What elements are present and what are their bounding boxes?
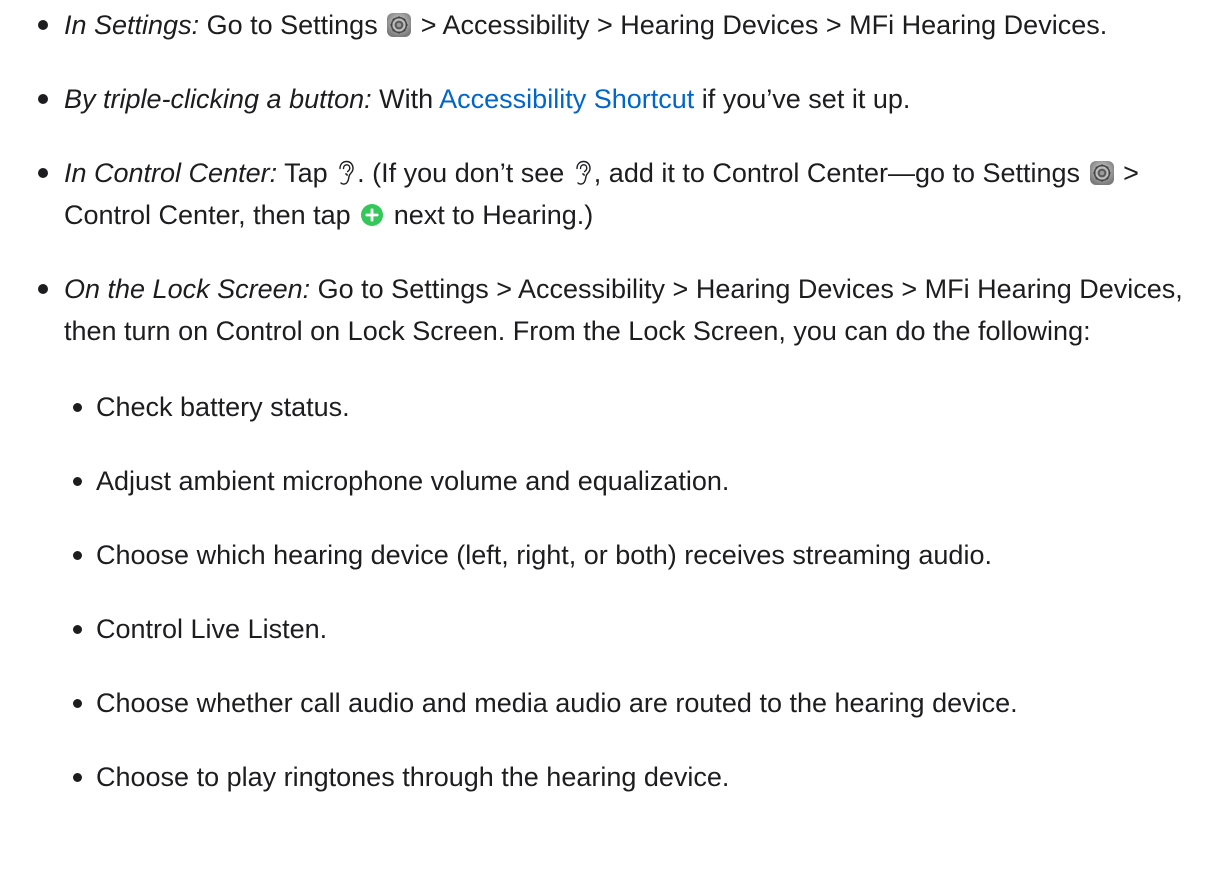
list-item: Choose whether call audio and media audi… bbox=[64, 682, 1213, 724]
add-plus-icon bbox=[360, 203, 384, 227]
item-label: On the Lock Screen: bbox=[64, 274, 311, 304]
item-text: if you’ve set it up. bbox=[694, 84, 911, 114]
item-text: Go to Settings bbox=[199, 10, 386, 40]
list-item: Choose to play ringtones through the hea… bbox=[64, 756, 1213, 798]
list-item: Check battery status. bbox=[64, 386, 1213, 428]
list-item: Choose which hearing device (left, right… bbox=[64, 534, 1213, 576]
list-item-triple-click: By triple-clicking a button: With Access… bbox=[0, 78, 1217, 120]
item-text: Tap bbox=[277, 158, 336, 188]
item-text: , add it to Control Center—go to Setting… bbox=[593, 158, 1088, 188]
hearing-ear-icon bbox=[573, 159, 593, 187]
accessibility-shortcut-link[interactable]: Accessibility Shortcut bbox=[439, 84, 694, 114]
list-item-control-center: In Control Center: Tap . (If you don’t s… bbox=[0, 152, 1217, 236]
list-item-in-settings: In Settings: Go to Settings > Accessibil… bbox=[0, 4, 1217, 46]
list-item-lock-screen: On the Lock Screen: Go to Settings > Acc… bbox=[0, 268, 1217, 798]
item-text: . (If you don’t see bbox=[357, 158, 572, 188]
access-methods-list: In Settings: Go to Settings > Accessibil… bbox=[0, 4, 1217, 830]
item-text: > Accessibility > Hearing Devices > MFi … bbox=[413, 10, 1108, 40]
settings-gear-icon bbox=[387, 13, 411, 37]
item-label: In Settings: bbox=[64, 10, 200, 40]
list-item: Adjust ambient microphone volume and equ… bbox=[64, 460, 1213, 502]
item-label: By triple-clicking a button: bbox=[64, 84, 372, 114]
lock-screen-actions-list: Check battery status. Adjust ambient mic… bbox=[64, 386, 1213, 798]
item-text: next to Hearing.) bbox=[386, 200, 594, 230]
hearing-ear-icon bbox=[336, 159, 356, 187]
item-text: With bbox=[371, 84, 440, 114]
item-label: In Control Center: bbox=[64, 158, 278, 188]
list-item: Control Live Listen. bbox=[64, 608, 1213, 650]
page: In Settings: Go to Settings > Accessibil… bbox=[0, 0, 1217, 888]
settings-gear-icon bbox=[1090, 161, 1114, 185]
